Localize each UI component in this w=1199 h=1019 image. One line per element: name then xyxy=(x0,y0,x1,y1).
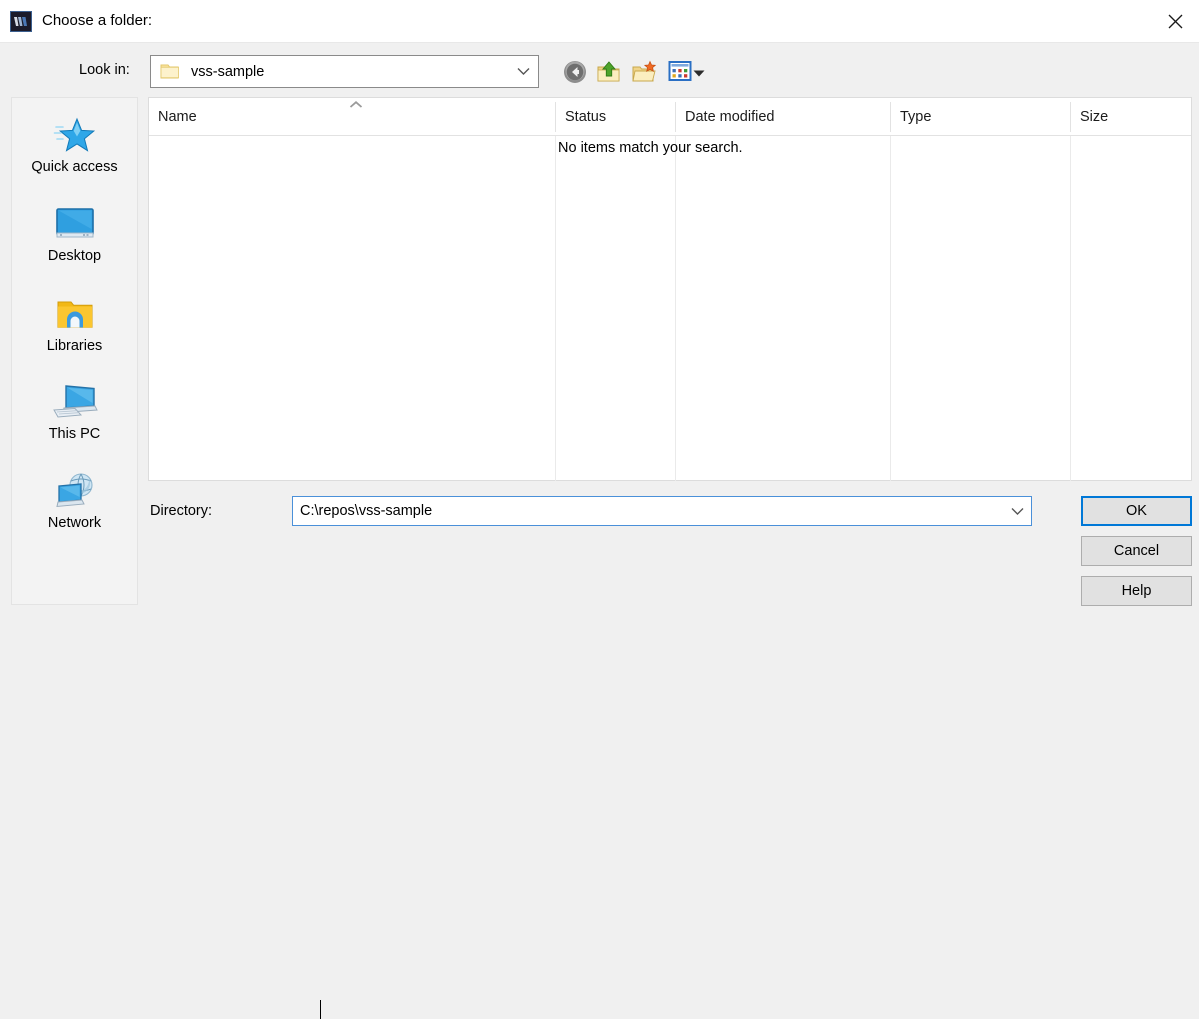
look-in-label: Look in: xyxy=(79,62,130,78)
computer-icon xyxy=(51,381,99,423)
column-header-type[interactable]: Type xyxy=(891,98,1071,136)
network-globe-icon xyxy=(51,470,99,512)
cancel-button[interactable]: Cancel xyxy=(1081,536,1192,566)
ok-button[interactable]: OK xyxy=(1081,496,1192,526)
chevron-down-icon[interactable] xyxy=(508,67,538,76)
column-separator[interactable] xyxy=(890,102,891,132)
libraries-folder-icon xyxy=(51,293,99,335)
column-header-size[interactable]: Size xyxy=(1071,98,1191,136)
places-sidebar: Quick access Desktop Libraries This PC N… xyxy=(11,97,138,605)
sidebar-item-label: Desktop xyxy=(47,248,102,264)
up-one-level-folder-icon[interactable] xyxy=(596,59,622,85)
column-grid-line xyxy=(675,136,676,481)
column-grid-line xyxy=(555,136,556,481)
directory-combobox[interactable]: C:\repos\vss-sample xyxy=(292,496,1032,1019)
title-bar: Choose a folder: xyxy=(0,0,1199,43)
sidebar-item-this-pc[interactable]: This PC xyxy=(12,381,137,442)
look-in-value: vss-sample xyxy=(191,63,265,80)
help-button[interactable]: Help xyxy=(1081,576,1192,606)
column-header-date-modified[interactable]: Date modified xyxy=(676,98,891,136)
star-icon xyxy=(51,114,99,156)
folder-icon xyxy=(160,63,180,80)
back-arrow-icon[interactable] xyxy=(562,59,588,85)
empty-list-message: No items match your search. xyxy=(558,140,743,156)
directory-label: Directory: xyxy=(150,503,213,519)
chevron-up-icon xyxy=(348,97,364,108)
sidebar-item-label: Network xyxy=(47,515,102,531)
app-icon xyxy=(10,11,32,32)
column-header-status[interactable]: Status xyxy=(556,98,676,136)
sidebar-item-label: This PC xyxy=(48,426,101,442)
triangle-down-icon[interactable] xyxy=(692,66,706,78)
file-list-view[interactable]: Name Status Date modified Type Size No i… xyxy=(148,97,1192,481)
new-folder-icon[interactable] xyxy=(631,59,657,85)
sidebar-item-label: Quick access xyxy=(31,159,118,175)
close-icon[interactable] xyxy=(1151,0,1199,42)
column-separator[interactable] xyxy=(1070,102,1071,132)
sidebar-item-desktop[interactable]: Desktop xyxy=(12,203,137,264)
look-in-combobox[interactable]: vss-sample xyxy=(150,55,539,88)
monitor-icon xyxy=(51,203,99,245)
file-list-header: Name Status Date modified Type Size xyxy=(149,98,1191,136)
column-separator[interactable] xyxy=(555,102,556,132)
sidebar-item-quick-access[interactable]: Quick access xyxy=(12,114,137,175)
sidebar-item-label: Libraries xyxy=(46,338,103,354)
window-title: Choose a folder: xyxy=(42,12,153,29)
chevron-down-icon[interactable] xyxy=(1003,507,1031,516)
column-grid-line xyxy=(890,136,891,481)
sidebar-item-network[interactable]: Network xyxy=(12,470,137,531)
column-grid-line xyxy=(1070,136,1071,481)
views-grid-icon[interactable] xyxy=(668,59,692,85)
column-separator[interactable] xyxy=(675,102,676,132)
sidebar-item-libraries[interactable]: Libraries xyxy=(12,293,137,354)
text-caret xyxy=(320,1000,322,1019)
directory-input[interactable]: C:\repos\vss-sample xyxy=(300,503,1003,519)
